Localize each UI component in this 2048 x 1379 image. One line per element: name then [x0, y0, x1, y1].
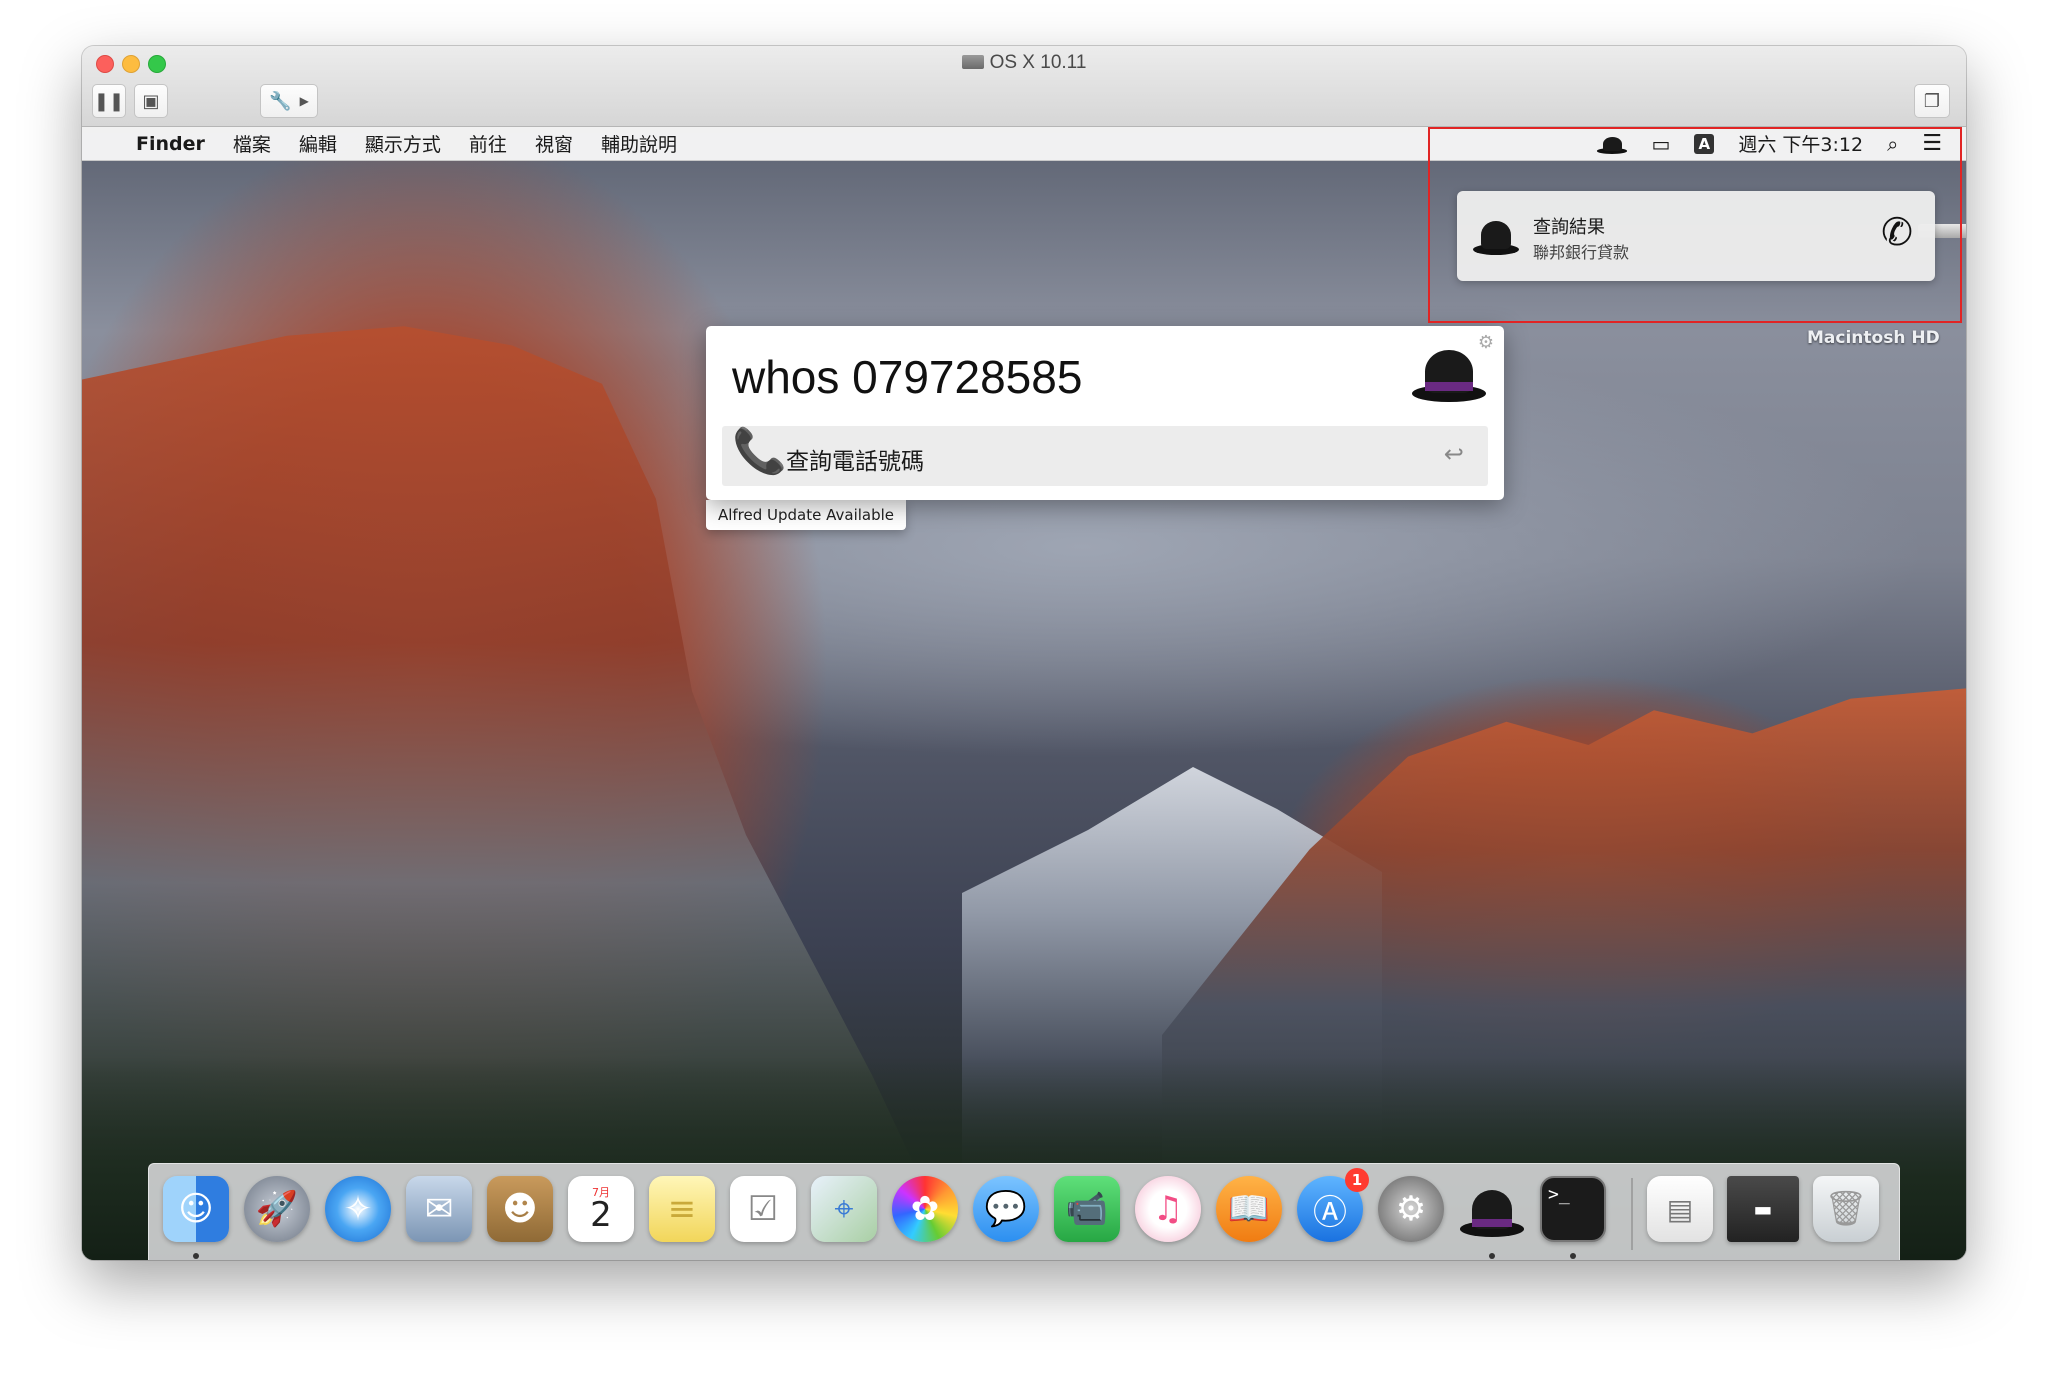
notification-banner[interactable]: 查詢結果 聯邦銀行貸款 ✆ — [1457, 191, 1935, 281]
dock-document-icon[interactable]: ▤ — [1647, 1176, 1713, 1242]
triangle-right-icon: ▶ — [299, 94, 309, 108]
dock-contacts-icon[interactable]: ☻ — [487, 1176, 553, 1242]
phone-icon: ✆ — [1881, 210, 1913, 254]
alfred-result-row[interactable]: 📞 查詢電話號碼 ↩ — [722, 426, 1488, 486]
dock-alfred-icon[interactable] — [1459, 1176, 1525, 1242]
dock-separator — [1631, 1178, 1633, 1250]
dock-itunes-icon[interactable]: ♫ — [1135, 1176, 1201, 1242]
window-title-text: OS X 10.11 — [989, 52, 1087, 73]
menu-window[interactable]: 視窗 — [535, 130, 573, 157]
dock-calendar-icon[interactable]: 7月 2 — [568, 1176, 634, 1242]
alfred-hat-icon — [1460, 1181, 1524, 1237]
phone-icon: 📞 — [732, 426, 787, 477]
snapshot-icon: ▣ — [142, 90, 160, 112]
dock-finder-icon[interactable]: ☺ — [163, 1176, 229, 1242]
notification-body: 聯邦銀行貸款 — [1533, 243, 1630, 262]
dock-terminal-icon[interactable]: >_ — [1540, 1176, 1606, 1242]
return-key-icon: ↩ — [1443, 440, 1464, 468]
restore-window-icon: ❐ — [1923, 90, 1941, 112]
snapshot-button[interactable]: ▣ — [134, 84, 168, 118]
alfred-logo-icon — [1412, 340, 1486, 402]
appstore-badge: 1 — [1345, 1168, 1369, 1192]
dock-launchpad-icon[interactable]: 🚀 — [244, 1176, 310, 1242]
calendar-day: 2 — [590, 1194, 612, 1235]
dock-maps-icon[interactable]: ⌖ — [811, 1176, 877, 1242]
dock-safari-icon[interactable]: ✧ — [325, 1176, 391, 1242]
alfred-update-notice[interactable]: Alfred Update Available — [706, 500, 906, 530]
desktop-drive-label[interactable]: Macintosh HD — [1807, 328, 1940, 348]
dock-notes-icon[interactable]: ≡ — [649, 1176, 715, 1242]
menu-file[interactable]: 檔案 — [233, 130, 271, 157]
dock-running-indicator — [1570, 1253, 1576, 1259]
dock-facetime-icon[interactable]: 📹 — [1054, 1176, 1120, 1242]
settings-button[interactable]: 🔧 ▶ — [260, 84, 318, 118]
dock-ibooks-icon[interactable]: 📖 — [1216, 1176, 1282, 1242]
notification-title: 查詢結果 — [1533, 217, 1605, 238]
menu-edit[interactable]: 編輯 — [299, 130, 337, 157]
trash-icon[interactable]: 🗑 — [1813, 1176, 1879, 1242]
menu-app-name[interactable]: Finder — [136, 133, 205, 155]
dock-photos-icon[interactable]: ✿ — [892, 1176, 958, 1242]
restore-window-button[interactable]: ❐ — [1914, 84, 1950, 118]
dock-reminders-icon[interactable]: ☑ — [730, 1176, 796, 1242]
dock-mail-icon[interactable]: ✉ — [406, 1176, 472, 1242]
window-title: OS X 10.11 — [82, 52, 1966, 74]
appstore-icon: Ⓐ — [1313, 1192, 1347, 1233]
pause-button[interactable]: ❚❚ — [92, 84, 126, 118]
dock: ☺ 🚀 ✧ ✉ ☻ 7月 2 ≡ ☑ ⌖ ✿ 💬 📹 ♫ 📖 Ⓐ 1 ⚙ >_ — [148, 1163, 1900, 1260]
pause-icon: ❚❚ — [93, 90, 125, 112]
alfred-hat-icon — [1473, 215, 1519, 255]
dock-messages-icon[interactable]: 💬 — [973, 1176, 1039, 1242]
dock-system-preferences-icon[interactable]: ⚙ — [1378, 1176, 1444, 1242]
disk-icon — [961, 55, 984, 69]
dock-running-indicator — [193, 1253, 199, 1259]
window-titlebar: OS X 10.11 ❚❚ ▣ 🔧 ▶ ❐ — [82, 46, 1966, 127]
dock-downloads-stack-icon[interactable]: ▬ — [1727, 1176, 1799, 1242]
menu-help[interactable]: 輔助說明 — [601, 130, 677, 157]
menu-go[interactable]: 前往 — [469, 130, 507, 157]
menu-view[interactable]: 顯示方式 — [365, 130, 441, 157]
dock-running-indicator — [1489, 1253, 1495, 1259]
alfred-search-window: whos 079728585 ⚙ 📞 查詢電話號碼 ↩ — [706, 326, 1504, 500]
alfred-result-label: 查詢電話號碼 — [786, 449, 924, 475]
wrench-icon: 🔧 — [269, 90, 292, 112]
dock-appstore-icon[interactable]: Ⓐ 1 — [1297, 1168, 1369, 1242]
alfred-query-input[interactable]: whos 079728585 — [732, 350, 1082, 404]
